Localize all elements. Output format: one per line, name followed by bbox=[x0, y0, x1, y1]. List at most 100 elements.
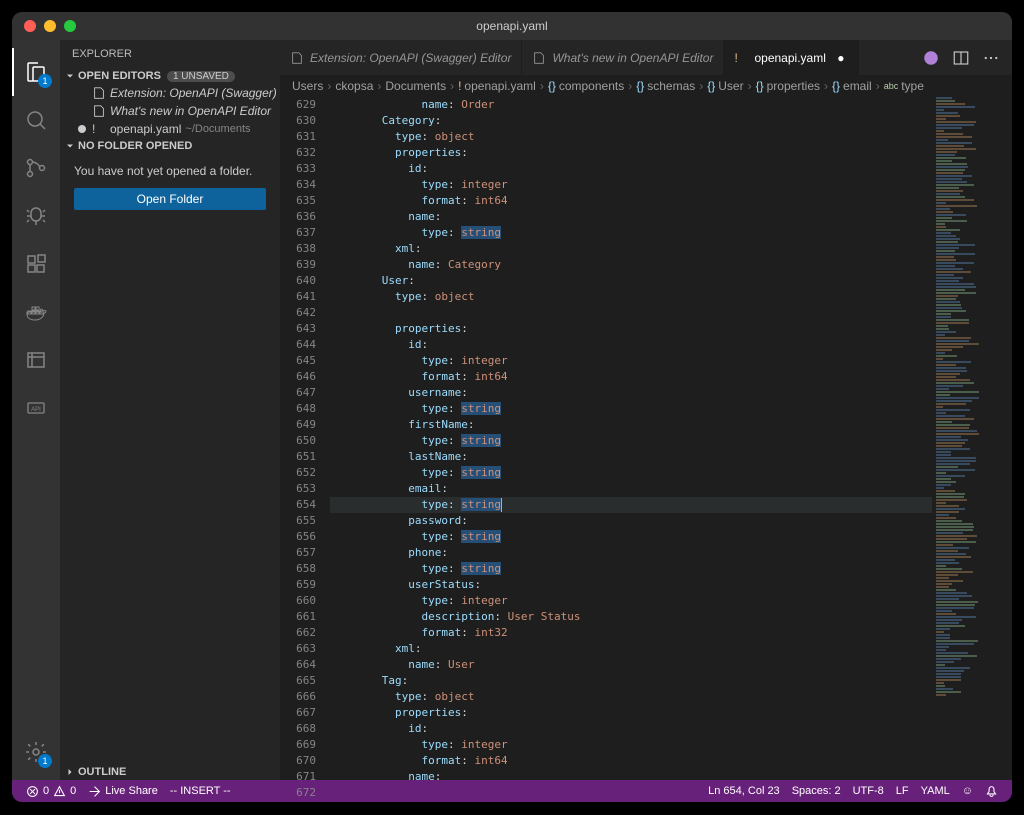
code-line[interactable]: properties: bbox=[330, 145, 932, 161]
code-line[interactable]: username: bbox=[330, 385, 932, 401]
code-line[interactable]: type: integer bbox=[330, 177, 932, 193]
breadcrumb[interactable]: Users›ckopsa›Documents›!openapi.yaml›{}c… bbox=[280, 75, 1012, 97]
status-vim-mode[interactable]: -- INSERT -- bbox=[164, 780, 237, 802]
code-line[interactable]: password: bbox=[330, 513, 932, 529]
breadcrumb-item[interactable]: abctype bbox=[884, 79, 924, 93]
code-editor[interactable]: name: Order Category: type: object prope… bbox=[330, 97, 932, 780]
breadcrumb-item[interactable]: {}schemas bbox=[636, 79, 695, 93]
docker-icon[interactable] bbox=[12, 288, 60, 336]
modified-dot-icon[interactable]: ● bbox=[834, 51, 848, 65]
close-window-button[interactable] bbox=[24, 20, 36, 32]
more-actions-icon[interactable] bbox=[982, 49, 1000, 67]
breadcrumb-item[interactable]: {}User bbox=[707, 79, 743, 93]
status-live-share[interactable]: Live Share bbox=[82, 780, 164, 802]
extensions-icon[interactable] bbox=[12, 240, 60, 288]
code-line[interactable]: firstName: bbox=[330, 417, 932, 433]
search-icon[interactable] bbox=[12, 96, 60, 144]
app-body: 1 API 1 EXPLORER OPEN EDITORS 1 UNSAVED … bbox=[12, 40, 1012, 780]
line-number: 648 bbox=[280, 401, 316, 417]
api-icon[interactable]: API bbox=[12, 384, 60, 432]
code-line[interactable]: name: Order bbox=[330, 97, 932, 113]
openapi-icon[interactable] bbox=[12, 336, 60, 384]
code-line[interactable]: description: User Status bbox=[330, 609, 932, 625]
code-line[interactable]: name: Category bbox=[330, 257, 932, 273]
code-line[interactable]: format: int64 bbox=[330, 753, 932, 769]
code-line[interactable]: email: bbox=[330, 481, 932, 497]
breadcrumb-item[interactable]: {}components bbox=[548, 79, 624, 93]
code-line[interactable]: type: object bbox=[330, 129, 932, 145]
code-line[interactable]: name: User bbox=[330, 657, 932, 673]
code-line[interactable]: format: int32 bbox=[330, 625, 932, 641]
code-line[interactable]: type: integer bbox=[330, 353, 932, 369]
open-editor-item[interactable]: What's new in OpenAPI Editor bbox=[60, 102, 280, 120]
code-line[interactable]: id: bbox=[330, 337, 932, 353]
code-line[interactable]: id: bbox=[330, 161, 932, 177]
breadcrumb-item[interactable]: Users bbox=[292, 79, 323, 93]
brace-icon: {} bbox=[548, 79, 556, 93]
breadcrumb-item[interactable]: !openapi.yaml bbox=[458, 79, 536, 93]
editor-tab[interactable]: !openapi.yaml● bbox=[724, 40, 858, 75]
code-line[interactable]: name: bbox=[330, 209, 932, 225]
breadcrumb-item[interactable]: {}properties bbox=[756, 79, 820, 93]
code-line[interactable]: type: string bbox=[330, 225, 932, 241]
modified-dot-icon bbox=[78, 125, 86, 133]
status-language[interactable]: YAML bbox=[915, 785, 956, 797]
status-feedback[interactable]: ☺ bbox=[956, 785, 979, 797]
circle-action-icon[interactable] bbox=[922, 49, 940, 67]
no-folder-message: You have not yet opened a folder. bbox=[60, 154, 280, 188]
code-line[interactable]: name: bbox=[330, 769, 932, 780]
code-line[interactable]: type: string bbox=[330, 561, 932, 577]
code-line[interactable]: properties: bbox=[330, 321, 932, 337]
code-line[interactable]: format: int64 bbox=[330, 369, 932, 385]
status-eol[interactable]: LF bbox=[890, 785, 915, 797]
code-line[interactable]: type: integer bbox=[330, 737, 932, 753]
split-editor-icon[interactable] bbox=[952, 49, 970, 67]
breadcrumb-item[interactable]: Documents bbox=[385, 79, 446, 93]
debug-icon[interactable] bbox=[12, 192, 60, 240]
settings-icon[interactable]: 1 bbox=[12, 728, 60, 776]
status-errors[interactable]: 0 0 bbox=[20, 780, 82, 802]
outline-header[interactable]: OUTLINE bbox=[60, 764, 280, 780]
explorer-icon[interactable]: 1 bbox=[12, 48, 60, 96]
minimap[interactable] bbox=[932, 97, 1012, 780]
breadcrumb-separator-icon: › bbox=[824, 79, 828, 93]
status-spaces[interactable]: Spaces: 2 bbox=[786, 785, 847, 797]
code-line[interactable]: properties: bbox=[330, 705, 932, 721]
code-line[interactable]: xml: bbox=[330, 641, 932, 657]
code-line[interactable]: type: object bbox=[330, 689, 932, 705]
code-line[interactable]: id: bbox=[330, 721, 932, 737]
code-line[interactable]: format: int64 bbox=[330, 193, 932, 209]
maximize-window-button[interactable] bbox=[64, 20, 76, 32]
code-line[interactable]: type: string bbox=[330, 401, 932, 417]
code-line[interactable]: type: object bbox=[330, 289, 932, 305]
editor-tab[interactable]: Extension: OpenAPI (Swagger) Editor bbox=[280, 40, 522, 75]
code-line[interactable]: lastName: bbox=[330, 449, 932, 465]
code-line[interactable] bbox=[330, 305, 932, 321]
open-folder-button[interactable]: Open Folder bbox=[74, 188, 266, 210]
minimize-window-button[interactable] bbox=[44, 20, 56, 32]
open-editor-item[interactable]: !openapi.yaml~/Documents bbox=[60, 120, 280, 138]
status-bell-icon[interactable] bbox=[979, 785, 1004, 798]
editor-item-label: Extension: OpenAPI (Swagger) Editor bbox=[110, 86, 280, 100]
code-line[interactable]: type: string bbox=[330, 529, 932, 545]
no-folder-header[interactable]: NO FOLDER OPENED bbox=[60, 138, 280, 154]
source-control-icon[interactable] bbox=[12, 144, 60, 192]
code-line[interactable]: xml: bbox=[330, 241, 932, 257]
code-line[interactable]: Category: bbox=[330, 113, 932, 129]
code-line[interactable]: type: string bbox=[330, 497, 932, 513]
open-editors-header[interactable]: OPEN EDITORS 1 UNSAVED bbox=[60, 68, 280, 84]
code-line[interactable]: type: string bbox=[330, 465, 932, 481]
open-editor-item[interactable]: Extension: OpenAPI (Swagger) Editor bbox=[60, 84, 280, 102]
tab-bar: Extension: OpenAPI (Swagger) EditorWhat'… bbox=[280, 40, 1012, 75]
status-encoding[interactable]: UTF-8 bbox=[847, 785, 890, 797]
code-line[interactable]: type: string bbox=[330, 433, 932, 449]
editor-tab[interactable]: What's new in OpenAPI Editor bbox=[522, 40, 724, 75]
status-position[interactable]: Ln 654, Col 23 bbox=[702, 785, 786, 797]
code-line[interactable]: User: bbox=[330, 273, 932, 289]
breadcrumb-item[interactable]: {}email bbox=[832, 79, 872, 93]
breadcrumb-item[interactable]: ckopsa bbox=[335, 79, 373, 93]
code-line[interactable]: phone: bbox=[330, 545, 932, 561]
code-line[interactable]: type: integer bbox=[330, 593, 932, 609]
code-line[interactable]: Tag: bbox=[330, 673, 932, 689]
code-line[interactable]: userStatus: bbox=[330, 577, 932, 593]
